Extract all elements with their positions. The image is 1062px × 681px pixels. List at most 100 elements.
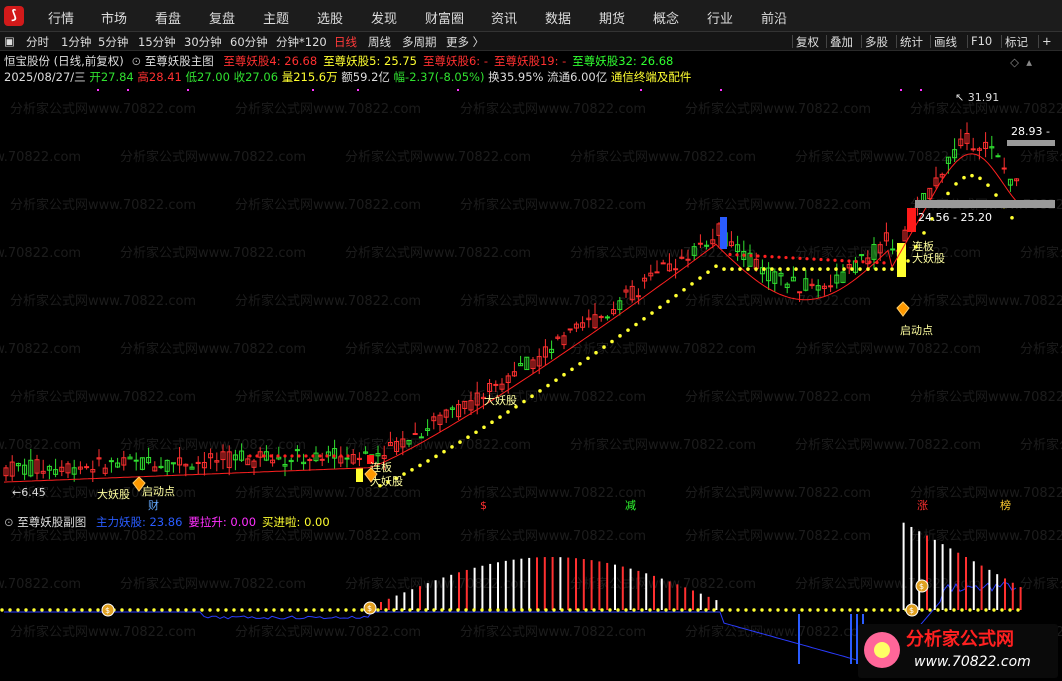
baseline-dot <box>488 608 492 612</box>
candle-body <box>133 459 139 462</box>
period-0[interactable]: 分时 <box>26 34 49 50</box>
menu-item-12[interactable]: 行业 <box>707 8 733 27</box>
histogram-bar <box>676 584 679 610</box>
main-kline-chart[interactable]: 分析家公式网www.70822.com 分析家公式网www.70822.com 分析… <box>0 51 1062 511</box>
period-9[interactable]: 多周期 <box>402 34 437 50</box>
tool-6[interactable]: 标记 <box>1005 34 1028 50</box>
annotation-label: 大妖股 <box>912 251 945 265</box>
watermark-text: 分析家公式网www.70822.com <box>235 389 421 405</box>
histogram-bar <box>949 548 952 610</box>
tool-0[interactable]: 复权 <box>796 34 819 50</box>
period-10[interactable]: 更多 〉 <box>446 34 484 50</box>
baseline-dot <box>976 608 980 612</box>
menu-item-9[interactable]: 数据 <box>545 8 571 27</box>
baseline-dot <box>352 608 356 612</box>
period-8[interactable]: 周线 <box>368 34 391 50</box>
quote-low: 低27.00 <box>185 70 230 84</box>
resistance-dot <box>763 254 767 258</box>
tool-2[interactable]: 多股 <box>865 34 888 50</box>
sub-indicator-name[interactable]: 至尊妖股副图 <box>17 515 86 529</box>
support-dot <box>698 276 702 280</box>
period-7[interactable]: 日线 <box>334 34 357 50</box>
histogram-bar <box>910 526 913 610</box>
menu-item-5[interactable]: 选股 <box>317 8 343 27</box>
baseline-dot <box>680 608 684 612</box>
menu-item-0[interactable]: 行情 <box>48 8 74 27</box>
period-5[interactable]: 60分钟 <box>230 34 268 50</box>
baseline-dot <box>752 608 756 612</box>
histogram-bar <box>481 565 484 610</box>
baseline-dot <box>984 608 988 612</box>
signal-marker <box>357 89 359 91</box>
annotation-label: 大妖股 <box>484 393 517 407</box>
tool-4[interactable]: 画线 <box>934 34 957 50</box>
chart-settings-icons[interactable]: ◇ ▴ <box>1010 55 1032 69</box>
sub-value-0: 主力妖股: 23.86 <box>95 515 183 529</box>
resistance-dot <box>826 258 830 262</box>
histogram-bar <box>458 572 460 610</box>
period-4[interactable]: 30分钟 <box>184 34 222 50</box>
quote-concept[interactable]: 通信终端及配件 <box>611 70 692 84</box>
sub-chart-svg[interactable]: 分析家公式网www.70822.com 分析家公式网www.70822.com 分析… <box>0 512 1062 681</box>
histogram-bar <box>707 596 710 610</box>
histogram-bar <box>442 577 445 610</box>
baseline-dot <box>856 608 860 612</box>
period-6[interactable]: 分钟*120 <box>276 34 327 50</box>
menu-item-1[interactable]: 市场 <box>101 8 127 27</box>
menu-item-11[interactable]: 概念 <box>653 8 679 27</box>
main-chart-svg[interactable]: 分析家公式网www.70822.com 分析家公式网www.70822.com 分析… <box>0 51 1062 511</box>
menu-item-13[interactable]: 前沿 <box>761 8 787 27</box>
menu-item-6[interactable]: 发现 <box>371 8 397 27</box>
indicator-name[interactable]: 至尊妖股主图 <box>145 54 214 68</box>
baseline-dot <box>864 608 868 612</box>
annotation-label: 减 <box>625 499 636 511</box>
period-2[interactable]: 5分钟 <box>98 34 128 50</box>
resistance-dot <box>784 255 788 260</box>
histogram-bar <box>489 563 492 610</box>
menu-item-3[interactable]: 复盘 <box>209 8 235 27</box>
money-bag-symbol: $ <box>105 606 110 615</box>
candle-body <box>685 258 691 261</box>
watermark-text: 分析家公式网www.70822.com <box>120 149 306 165</box>
candle-body <box>412 433 418 436</box>
resistance-dot <box>777 255 781 259</box>
watermark-text: 分析家公式网www.70822.com <box>570 576 756 592</box>
support-dot <box>802 267 806 271</box>
support-dot <box>898 273 902 277</box>
menu-item-2[interactable]: 看盘 <box>155 8 181 27</box>
histogram-bar <box>419 586 421 610</box>
menu-item-10[interactable]: 期货 <box>599 8 625 27</box>
watermark-text: 分析家公式网www.70822.com <box>1020 437 1062 453</box>
menu-item-4[interactable]: 主题 <box>263 8 289 27</box>
watermark-text: 分析家公式网www.70822.com <box>120 437 306 453</box>
menu-item-7[interactable]: 财富圈 <box>425 8 464 27</box>
baseline-dot <box>240 608 244 612</box>
sub-indicator-chart[interactable]: 分析家公式网www.70822.com 分析家公式网www.70822.com 分析… <box>0 512 1062 681</box>
candle-body <box>995 155 1001 158</box>
quote-change: 幅-2.37(-8.05%) <box>393 70 485 84</box>
baseline-dot <box>568 608 572 612</box>
signal-marker <box>900 89 902 91</box>
menu-item-8[interactable]: 资讯 <box>491 8 517 27</box>
support-dot <box>626 328 630 332</box>
toolbar-toggle-icon[interactable]: ▣ <box>4 34 15 48</box>
candle-body <box>654 271 660 274</box>
sub-toggle-icon[interactable]: ⊙ <box>4 515 14 529</box>
tool-5[interactable]: F10 <box>971 34 992 48</box>
support-dot <box>890 267 894 271</box>
baseline-dot <box>456 608 460 612</box>
tool-1[interactable]: 叠加 <box>830 34 853 50</box>
baseline-dot <box>536 608 540 612</box>
period-1[interactable]: 1分钟 <box>61 34 91 50</box>
tool-3[interactable]: 统计 <box>900 34 923 50</box>
histogram-bar <box>629 568 632 610</box>
histogram-bar <box>434 580 437 610</box>
baseline-dot <box>512 608 516 612</box>
period-toolbar: ▣ 分时 1分钟 5分钟 15分钟 30分钟 60分钟 分钟*120 日线 周线 多周期 更多 〉 复… <box>0 32 1062 51</box>
baseline-dot <box>360 608 364 612</box>
watermark-text: 分析家公式网www.70822.com <box>1020 576 1062 592</box>
period-3[interactable]: 15分钟 <box>138 34 176 50</box>
tool-7[interactable]: + <box>1042 34 1052 48</box>
indicator-toggle-icon[interactable]: ⊙ <box>131 54 141 68</box>
app-logo-icon[interactable]: ⟆ <box>4 6 24 26</box>
